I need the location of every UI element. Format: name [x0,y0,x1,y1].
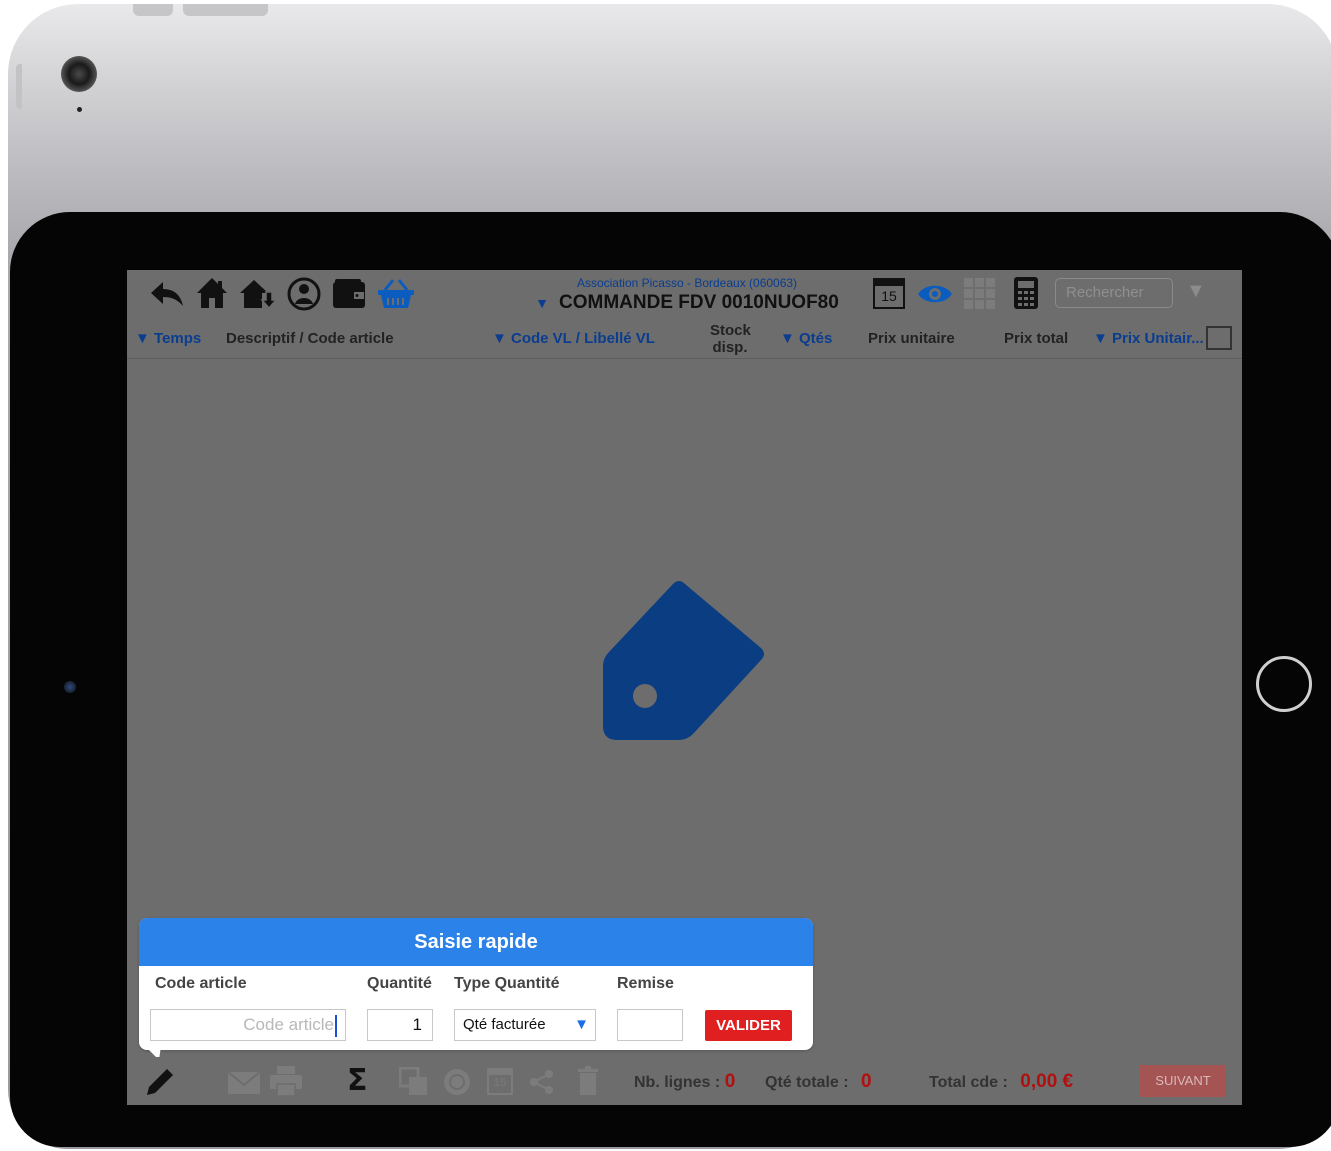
code-article-placeholder: Code article [243,1015,334,1034]
top-toolbar: Association Picasso - Bordeaux (060063) … [127,270,1242,318]
column-prix-unitaire[interactable]: Prix unitaire [868,330,955,347]
user-icon[interactable] [287,277,321,311]
stock-label-line2: disp. [712,339,748,356]
order-title-text: COMMANDE FDV 0010NUOF80 [559,292,839,313]
trash-icon[interactable] [577,1066,599,1096]
calendar-small-day: 15 [493,1077,507,1089]
select-all-checkbox[interactable] [1206,326,1232,350]
text-cursor [335,1014,337,1037]
order-total-value: 0,00 € [1020,1071,1074,1092]
sum-icon[interactable]: Σ [347,1063,368,1098]
discount-input[interactable] [617,1009,683,1041]
rear-camera-icon [61,56,97,92]
next-button[interactable]: SUIVANT [1140,1065,1226,1097]
filter-dropdown-icon[interactable]: ▼ [1186,280,1206,303]
microphone-hole [77,107,82,112]
side-button [16,64,22,109]
front-camera-icon [64,681,76,693]
line-count: Nb. lignes : 0 [634,1071,735,1093]
total-quantity-label: Qté totale : [765,1074,849,1091]
basket-icon[interactable] [377,278,415,310]
app-screen: Association Picasso - Bordeaux (060063) … [127,270,1242,1105]
order-dropdown-icon[interactable]: ▼ [535,295,549,311]
pen-icon[interactable] [145,1067,175,1097]
column-code-vl[interactable]: ▼ Code VL / Libellé VL [492,330,655,347]
back-arrow-icon[interactable] [149,280,185,308]
type-quantity-value: Qté facturée [463,1016,546,1033]
chevron-down-icon: ▼ [574,1016,589,1033]
line-count-label: Nb. lignes : [634,1074,721,1091]
type-quantity-select[interactable]: Qté facturée ▼ [454,1009,596,1041]
quick-entry-popup: Saisie rapide Code article Quantité Type… [139,918,813,1050]
client-label: Association Picasso - Bordeaux (060063) [576,276,798,290]
calendar-small-icon[interactable]: 15 [487,1067,513,1095]
print-icon[interactable] [269,1065,303,1097]
calendar-icon[interactable]: 15 [873,277,905,309]
share-icon[interactable] [529,1069,555,1095]
home-icon[interactable] [195,276,229,310]
total-quantity-value: 0 [861,1071,872,1092]
home-button[interactable] [1256,656,1312,712]
volume-button [133,4,173,16]
column-temps[interactable]: ▼ Temps [135,330,201,347]
total-quantity: Qté totale : 0 [765,1071,872,1093]
quantity-label: Quantité [367,975,432,992]
power-button [183,4,268,16]
stock-label-line1: Stock [710,322,751,339]
order-title[interactable]: ▼ COMMANDE FDV 0010NUOF80 [507,292,867,314]
calculator-icon[interactable] [1013,276,1039,310]
popup-title: Saisie rapide [139,918,813,966]
discount-icon[interactable] [443,1068,471,1096]
column-prix-total[interactable]: Prix total [1004,330,1068,347]
temps-sort-label: ▼ Temps [135,330,202,347]
code-article-label: Code article [155,975,247,992]
eye-icon[interactable] [917,282,953,306]
code-article-input[interactable]: Code article [150,1009,346,1041]
column-descriptif[interactable]: Descriptif / Code article [226,330,394,347]
order-header[interactable]: Association Picasso - Bordeaux (060063) … [507,276,867,314]
column-qtes[interactable]: ▼ Qtés [780,330,832,347]
search-input[interactable]: Rechercher [1055,278,1173,308]
wallet-icon[interactable] [332,278,366,310]
order-total: Total cde : 0,00 € [929,1071,1073,1093]
line-count-value: 0 [724,1071,736,1092]
grid-view-icon[interactable] [963,277,997,311]
type-quantity-label: Type Quantité [454,975,560,992]
discount-label: Remise [617,975,674,992]
column-prix-unitaire-2[interactable]: ▼ Prix Unitair... [1093,330,1204,347]
column-header-row: ▼ Temps Descriptif / Code article ▼ Code… [127,318,1242,359]
home-download-icon[interactable] [239,278,277,310]
tag-icon [603,581,764,740]
mail-icon[interactable] [227,1071,261,1095]
quantity-input[interactable]: 1 [367,1009,433,1041]
column-stock[interactable]: Stock disp. [710,322,751,356]
validate-button[interactable]: VALIDER [705,1010,792,1041]
copy-icon[interactable] [399,1067,429,1097]
bottom-toolbar: Σ 15 Nb. lignes : 0 Qté totale: 0 Total… [127,1057,1242,1105]
calendar-day: 15 [881,288,897,304]
order-total-label: Total cde : [929,1074,1008,1091]
